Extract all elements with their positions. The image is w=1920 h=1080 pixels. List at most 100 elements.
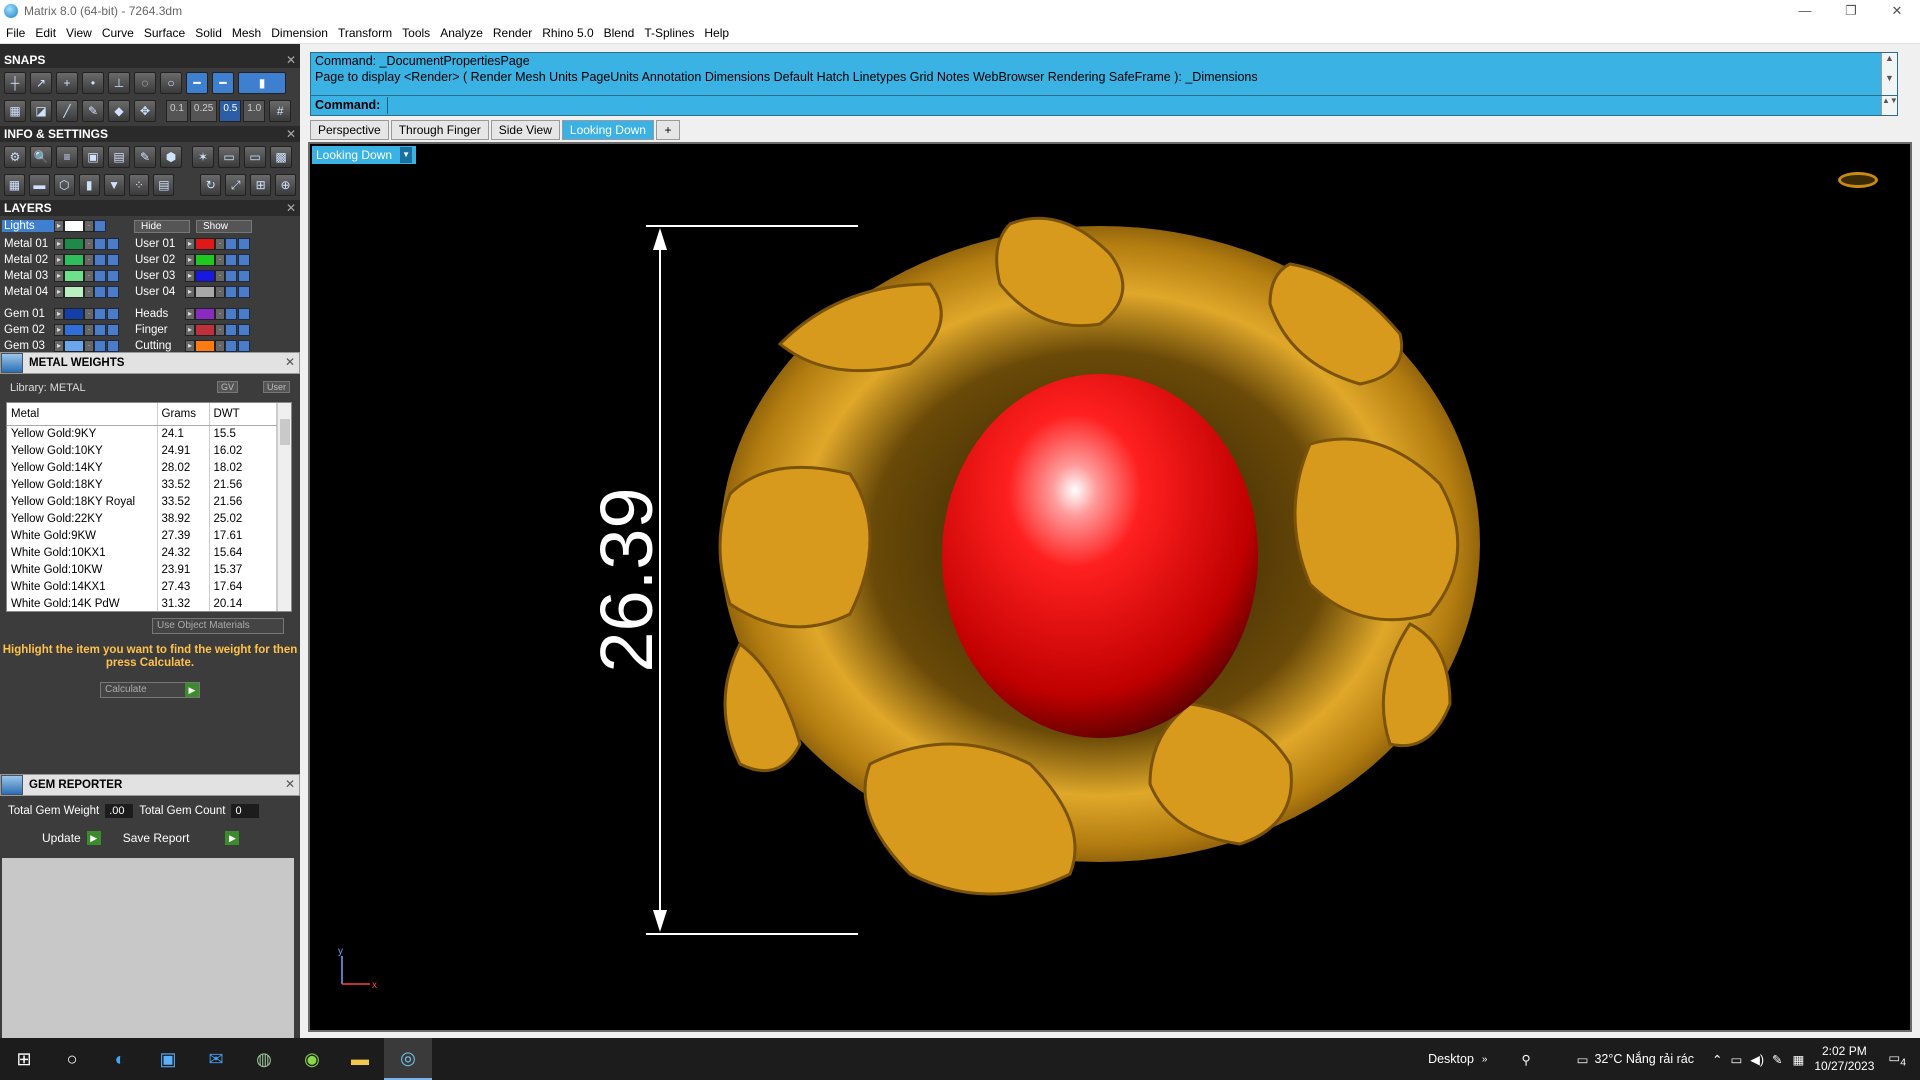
settings-gear-icon[interactable]: ⚙ (4, 146, 26, 168)
lock-icon[interactable]: · (84, 340, 94, 352)
lock-icon[interactable]: · (215, 254, 225, 266)
lock-icon[interactable]: · (84, 286, 94, 298)
layer-item[interactable]: Finger ▸ · (129, 324, 250, 336)
matrix-app-icon[interactable]: ◎ (384, 1038, 432, 1080)
chevron-up-icon[interactable]: ⌃ (1712, 1052, 1722, 1067)
lock-icon[interactable]: · (84, 324, 94, 336)
layer-name[interactable]: Gem 02 (2, 324, 54, 336)
layer-visible-icon[interactable] (94, 220, 106, 232)
minimize-button[interactable]: — (1782, 0, 1828, 22)
expand-icon[interactable]: ▸ (54, 238, 64, 250)
table-scrollbar[interactable] (277, 403, 291, 611)
layer-current-icon[interactable] (107, 286, 119, 298)
layer-visible-icon[interactable] (94, 286, 106, 298)
metal-row[interactable]: White Gold:9KW 27.39 17.61 (7, 527, 277, 544)
window-icon[interactable]: ▭ (218, 146, 240, 168)
menu-tools[interactable]: Tools (402, 26, 430, 40)
layer-current-icon[interactable] (238, 270, 250, 282)
layer-current-icon[interactable] (238, 254, 250, 266)
hide-all-button[interactable]: Hide (134, 219, 190, 233)
lock-icon[interactable]: · (215, 286, 225, 298)
layer-visible-icon[interactable] (94, 238, 106, 250)
layer-color-swatch[interactable] (195, 254, 215, 266)
menu-file[interactable]: File (6, 26, 25, 40)
layer-item[interactable]: Metal 01 ▸ · (2, 238, 119, 250)
layer-color-swatch[interactable] (195, 238, 215, 250)
layer-item[interactable]: Gem 03 ▸ · (2, 340, 119, 352)
layer-current-icon[interactable] (107, 254, 119, 266)
volume-icon[interactable]: ◀) (1750, 1052, 1764, 1067)
funnel-icon[interactable]: ▼ (103, 174, 125, 196)
layer-item[interactable]: Gem 01 ▸ · (2, 308, 119, 320)
cube-icon[interactable]: ▣ (82, 146, 104, 168)
close-icon[interactable]: ✕ (286, 200, 296, 216)
layer-name[interactable]: Gem 01 (2, 308, 54, 320)
layer-color-swatch[interactable] (195, 270, 215, 282)
layer-current-icon[interactable] (107, 270, 119, 282)
metal-row[interactable]: Yellow Gold:22KY 38.92 25.02 (7, 510, 277, 527)
layer-name[interactable]: User 02 (129, 254, 185, 266)
lock-icon[interactable]: · (215, 238, 225, 250)
search-icon[interactable]: ○ (48, 1038, 96, 1080)
expand-icon[interactable]: ▸ (185, 270, 195, 282)
layer-current-icon[interactable] (238, 340, 250, 352)
expand-icon[interactable]: ▸ (54, 308, 64, 320)
lock-icon[interactable]: · (215, 340, 225, 352)
menu-mesh[interactable]: Mesh (232, 26, 261, 40)
show-all-button[interactable]: Show (196, 219, 252, 233)
expand-icon[interactable]: ▸ (54, 286, 64, 298)
render-icon[interactable]: ▩ (270, 146, 292, 168)
person-icon[interactable]: ⚲ (1521, 1052, 1530, 1067)
user-toggle[interactable]: User (262, 381, 290, 393)
pen-icon[interactable]: ✎ (1772, 1052, 1782, 1067)
expand-icon[interactable]: ▸ (54, 270, 64, 282)
lock-icon[interactable]: · (84, 238, 94, 250)
monitor-icon[interactable]: ▬ (28, 174, 50, 196)
layer-name[interactable]: User 01 (129, 238, 185, 250)
mail-icon[interactable]: ✉ (192, 1038, 240, 1080)
layer-color-swatch[interactable] (195, 324, 215, 336)
layer-visible-icon[interactable] (94, 308, 106, 320)
save-report-button[interactable]: Save Report ▶ (123, 831, 240, 845)
dimension-value[interactable]: 26.39 (585, 487, 668, 672)
layers-stack-icon[interactable]: ≡ (56, 146, 78, 168)
menu-tsplines[interactable]: T-Splines (644, 26, 694, 40)
layer-name[interactable]: Metal 01 (2, 238, 54, 250)
layer-item[interactable]: User 03 ▸ · (129, 270, 250, 282)
menu-view[interactable]: View (66, 26, 92, 40)
layer-current-icon[interactable] (107, 324, 119, 336)
desktop-toolbar[interactable]: Desktop (1428, 1052, 1474, 1066)
lock-icon[interactable]: · (84, 270, 94, 282)
layer-visible-icon[interactable] (225, 238, 237, 250)
layer-color-swatch[interactable] (195, 286, 215, 298)
use-object-materials-checkbox[interactable]: Use Object Materials (152, 618, 284, 634)
layer-color-swatch[interactable] (64, 308, 84, 320)
metal-row[interactable]: White Gold:14K PdW 31.32 20.14 (7, 595, 277, 611)
layer-visible-icon[interactable] (225, 270, 237, 282)
planar-icon[interactable]: ▮ (238, 72, 286, 94)
layer-visible-icon[interactable] (225, 254, 237, 266)
edit-icon[interactable]: ✎ (134, 146, 156, 168)
perp-snap-icon[interactable]: ⊥ (108, 72, 130, 94)
layer-name[interactable]: Metal 02 (2, 254, 54, 266)
clock[interactable]: 2:02 PM 10/27/2023 (1814, 1044, 1874, 1074)
metal-row[interactable]: White Gold:10KW 23.91 15.37 (7, 561, 277, 578)
layer-visible-icon[interactable] (94, 254, 106, 266)
maximize-button[interactable]: ❐ (1828, 0, 1874, 22)
expand-icon[interactable]: ▸ (54, 340, 64, 352)
array-icon[interactable]: ⊕ (275, 174, 296, 196)
layer-current-icon[interactable] (107, 238, 119, 250)
gv-toggle[interactable]: GV (216, 381, 238, 393)
layout-grid-icon[interactable]: ▦ (4, 100, 26, 122)
lock-icon[interactable]: · (84, 308, 94, 320)
page-icon[interactable]: ▤ (153, 174, 175, 196)
layer-color-swatch[interactable] (195, 340, 215, 352)
menu-rhino[interactable]: Rhino 5.0 (542, 26, 593, 40)
menu-analyze[interactable]: Analyze (440, 26, 483, 40)
metal-row[interactable]: Yellow Gold:10KY 24.91 16.02 (7, 442, 277, 459)
layer-visible-icon[interactable] (94, 270, 106, 282)
layer-color-swatch[interactable] (64, 324, 84, 336)
tab-perspective[interactable]: Perspective (310, 120, 389, 140)
keyboard-icon[interactable]: ▦ (1793, 1052, 1805, 1067)
gem-shape-icon[interactable]: ⬢ (160, 146, 182, 168)
